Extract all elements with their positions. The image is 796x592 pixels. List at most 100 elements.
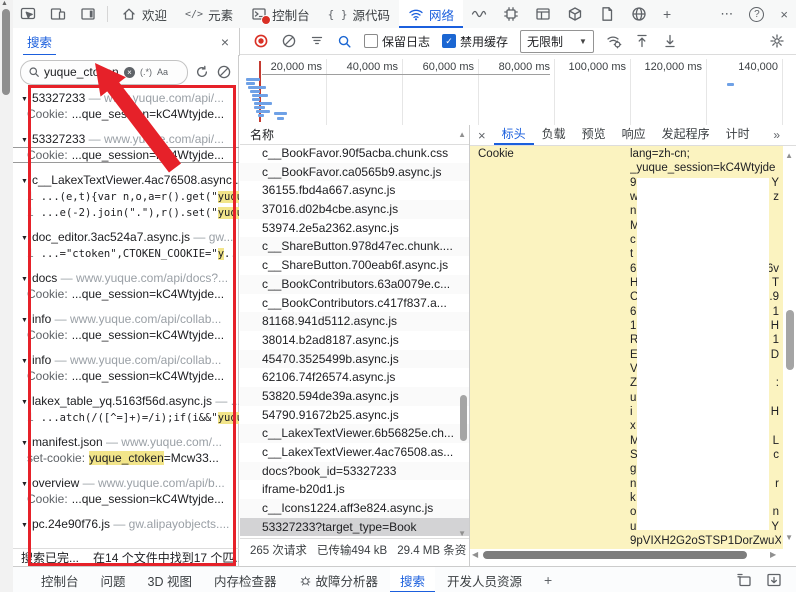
request-row[interactable]: c__LakexTextViewer.4ac76508.as...: [240, 443, 470, 462]
scroll-down-icon[interactable]: ▼: [785, 533, 793, 542]
tab-response[interactable]: 响应: [614, 125, 654, 145]
inspect-element-icon[interactable]: [13, 6, 43, 22]
search-match-line[interactable]: 1...atch(/([^=]+)=/i);if(i&&"yuque...: [13, 409, 239, 425]
request-row[interactable]: c__ShareButton.978d47ec.chunk....: [240, 237, 470, 256]
close-details-icon[interactable]: ×: [470, 128, 494, 143]
drawer-tab-3d-view[interactable]: 3D 视图: [138, 567, 202, 592]
search-result-file[interactable]: ▼info — www.yuque.com/api/collab...: [13, 311, 239, 327]
scroll-up-icon[interactable]: ▲: [785, 151, 793, 160]
checkbox-unchecked[interactable]: [364, 34, 378, 48]
search-result-file[interactable]: ▼pc.24e90f76.js — gw.alipayobjects....: [13, 516, 239, 532]
search-result-file[interactable]: ▼overview — www.yuque.com/api/b...: [13, 475, 239, 491]
close-panel-icon[interactable]: ×: [221, 34, 229, 50]
help-icon[interactable]: ?: [741, 7, 772, 22]
request-row[interactable]: c__BookFavor.ca0565b9.async.js: [240, 163, 470, 182]
clear-input-icon[interactable]: ×: [124, 67, 135, 78]
more-icon[interactable]: ⋯: [712, 6, 741, 22]
tab-performance[interactable]: [463, 0, 495, 28]
overflow-tabs-icon[interactable]: »: [773, 128, 780, 142]
tab-preview[interactable]: 预览: [574, 125, 614, 145]
close-icon[interactable]: ×: [772, 7, 796, 22]
tab-memory[interactable]: [495, 0, 527, 28]
request-row[interactable]: c__Icons1224.aff3e824.async.js: [240, 499, 470, 518]
tab-payload[interactable]: 负载: [534, 125, 574, 145]
clear-network-log-icon[interactable]: [276, 33, 302, 49]
tab-application[interactable]: [527, 0, 559, 28]
device-emulation-icon[interactable]: [43, 6, 73, 22]
regex-toggle[interactable]: (.*): [140, 67, 152, 77]
search-result-file[interactable]: ▼manifest.json — www.yuque.com/...: [13, 434, 239, 450]
request-row[interactable]: c__BookContributors.c417f837.a...: [240, 294, 470, 313]
request-row[interactable]: 62106.74f26574.async.js: [240, 368, 470, 387]
search-match-line[interactable]: Cookie:...que_session=kC4Wtyjde...: [13, 327, 239, 343]
search-result-file[interactable]: ▼53327233 — www.yuque.com/api/...: [13, 131, 239, 147]
search-result-file[interactable]: ▼docs — www.yuque.com/api/docs?...: [13, 270, 239, 286]
tab-layers[interactable]: [559, 0, 591, 28]
search-input[interactable]: [40, 65, 124, 79]
search-result-file[interactable]: ▼53327233 — www.yuque.com/api/...: [13, 90, 239, 106]
search-match-line[interactable]: Cookie:...que_session=kC4Wtyjde...: [13, 368, 239, 384]
search-match-line[interactable]: Cookie:...que_session=kC4Wtyjde...: [13, 147, 239, 163]
request-row[interactable]: 81168.941d5112.async.js: [240, 312, 470, 331]
dock-side-icon[interactable]: [73, 6, 103, 22]
request-row[interactable]: 53327233?target_type=Book: [240, 518, 470, 537]
tab-elements[interactable]: </>元素: [176, 0, 242, 28]
drawer-tab-console[interactable]: 控制台: [31, 567, 89, 592]
request-row[interactable]: c__BookFavor.90f5acba.chunk.css: [240, 144, 470, 163]
name-column-header[interactable]: 名称 ▲: [240, 125, 470, 145]
search-match-line[interactable]: Cookie:...que_session=kC4Wtyjde...: [13, 106, 239, 122]
scroll-down-icon[interactable]: ▼: [458, 529, 466, 538]
tab-console[interactable]: 控制台: [242, 0, 319, 28]
network-conditions-icon[interactable]: [601, 33, 627, 49]
request-row[interactable]: c__BookContributors.63a0079e.c...: [240, 275, 470, 294]
request-row[interactable]: c__LakexTextViewer.6b56825e.ch...: [240, 424, 470, 443]
tab-initiator[interactable]: 发起程序: [654, 125, 718, 145]
tab-page[interactable]: [591, 0, 623, 28]
filter-icon[interactable]: [304, 33, 330, 49]
drawer-tab-dev-resources[interactable]: 开发人员资源: [437, 567, 532, 592]
dock-bottom-icon[interactable]: [766, 572, 782, 588]
drawer-tab-memory-inspector[interactable]: 内存检查器: [204, 567, 287, 592]
scroll-left-icon[interactable]: ◀: [472, 550, 478, 559]
preserve-log-checkbox[interactable]: 保留日志: [364, 33, 430, 50]
network-overview-timeline[interactable]: 20,000 ms40,000 ms60,000 ms80,000 ms100,…: [240, 55, 796, 126]
request-row[interactable]: 36155.fbd4a667.async.js: [240, 181, 470, 200]
drawer-tab-search[interactable]: 搜索: [390, 567, 435, 592]
record-icon[interactable]: [248, 33, 274, 49]
scroll-up-icon[interactable]: ▲: [1, 0, 8, 7]
request-row[interactable]: 53820.594de39a.async.js: [240, 387, 470, 406]
throttling-select[interactable]: 无限制 ▼: [520, 30, 594, 53]
tab-search-panel[interactable]: 搜索: [23, 27, 56, 56]
page-scrollbar[interactable]: ▲: [0, 0, 14, 592]
search-result-file[interactable]: ▼c__LakexTextViewer.4ac76508.async...: [13, 172, 239, 188]
checkbox-checked[interactable]: ✓: [442, 34, 456, 48]
search-match-line[interactable]: 1...="ctoken",CTOKEN_COOKIE="y...: [13, 245, 239, 261]
scroll-right-icon[interactable]: ▶: [770, 550, 776, 559]
match-case-toggle[interactable]: Aa: [157, 67, 168, 77]
drawer-tab-add[interactable]: +: [534, 567, 562, 592]
tab-sources[interactable]: { }源代码: [319, 0, 399, 28]
disable-cache-checkbox[interactable]: ✓ 禁用缓存: [442, 33, 508, 50]
search-result-file[interactable]: ▼doc_editor.3ac524a7.async.js — gw...: [13, 229, 239, 245]
request-row[interactable]: 37016.d02b4cbe.async.js: [240, 200, 470, 219]
quick-view-icon[interactable]: [736, 572, 752, 588]
search-match-line[interactable]: 1...(e,t){var n,o,a=r().get("yuque_ct...: [13, 188, 239, 204]
tab-timing[interactable]: 计时: [718, 125, 758, 145]
horizontal-scrollbar-thumb[interactable]: [483, 551, 747, 559]
export-har-icon[interactable]: [657, 33, 683, 49]
request-row[interactable]: docs?book_id=53327233: [240, 462, 470, 481]
scrollbar-thumb[interactable]: [786, 310, 794, 370]
tab-welcome[interactable]: 欢迎: [112, 0, 176, 28]
network-settings-gear-icon[interactable]: [764, 33, 790, 49]
request-row[interactable]: iframe-b20d1.js: [240, 480, 470, 499]
scrollbar-thumb[interactable]: [460, 395, 467, 441]
tab-add-tab[interactable]: +: [655, 0, 679, 28]
search-icon[interactable]: [332, 34, 357, 49]
request-row[interactable]: 45470.3525499b.async.js: [240, 350, 470, 369]
scroll-up-icon[interactable]: ▲: [458, 125, 466, 145]
search-match-line[interactable]: Cookie:...que_session=kC4Wtyjde...: [13, 286, 239, 302]
search-result-file[interactable]: ▼info — www.yuque.com/api/collab...: [13, 352, 239, 368]
search-match-line[interactable]: set-cookie:yuque_ctoken=Mcw33...: [13, 450, 239, 466]
request-row[interactable]: 54790.91672b25.async.js: [240, 406, 470, 425]
clear-results-icon[interactable]: [216, 64, 232, 80]
